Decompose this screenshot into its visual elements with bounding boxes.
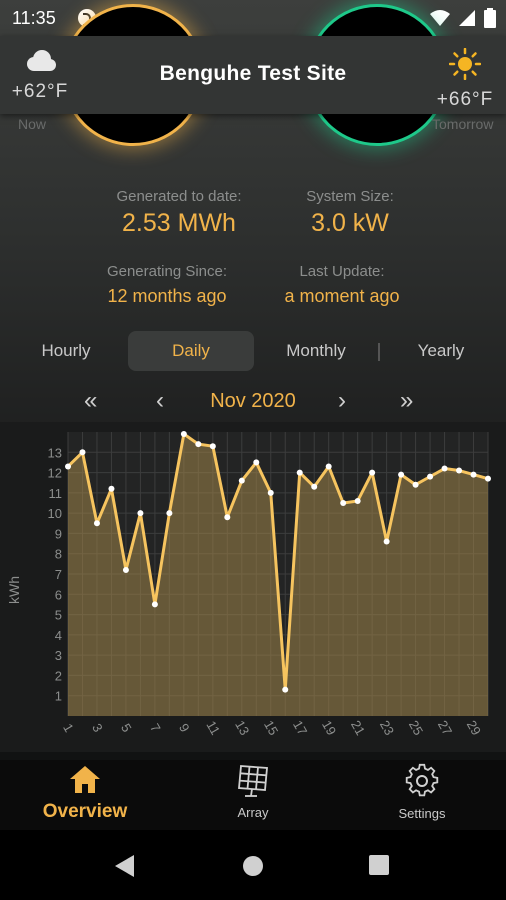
y-axis-label: kWh xyxy=(6,576,22,604)
system-navigation-bar xyxy=(0,830,506,900)
since-value: 12 months ago xyxy=(107,286,227,306)
data-point xyxy=(383,538,390,545)
signal-icon xyxy=(459,10,475,26)
y-tick-label: 3 xyxy=(55,648,62,663)
y-tick-label: 6 xyxy=(55,587,62,602)
y-tick-label: 11 xyxy=(49,486,63,501)
nav-overview-label: Overview xyxy=(42,801,128,822)
now-label: Now xyxy=(18,116,47,132)
y-tick-label: 13 xyxy=(48,445,62,460)
solar-panel-icon xyxy=(238,765,268,797)
back-icon[interactable] xyxy=(114,854,136,878)
data-point xyxy=(282,686,289,693)
y-tick-label: 2 xyxy=(55,668,62,683)
nav-overview[interactable]: Overview xyxy=(30,764,140,823)
data-point xyxy=(79,449,86,456)
y-tick-label: 7 xyxy=(55,567,62,582)
data-point xyxy=(369,469,376,476)
home-icon xyxy=(70,766,100,793)
app-header: +62°F Benguhe Test Site +66°F xyxy=(0,36,506,114)
tomorrow-label: Tomorrow xyxy=(432,116,494,132)
tab-hourly[interactable]: Hourly xyxy=(8,331,124,371)
daily-energy-chart[interactable]: 12345678910111213 1 3 5 7 9 11 13 15 17 19 21 23 25 2… xyxy=(0,422,506,752)
update-stat: Last Update: a moment ago xyxy=(262,263,422,307)
period-tabs: Hourly Daily Monthly Yearly xyxy=(0,331,506,371)
nav-settings[interactable]: Settings xyxy=(376,763,468,821)
data-point xyxy=(470,471,477,478)
data-point xyxy=(267,489,274,496)
data-point xyxy=(296,469,303,476)
system-size-stat: System Size: 3.0 kW xyxy=(280,188,420,238)
data-point xyxy=(151,601,158,608)
data-point xyxy=(441,465,448,472)
system-size-value: 3.0 kW xyxy=(311,209,389,237)
y-tick-label: 4 xyxy=(55,628,62,643)
data-point xyxy=(195,441,202,448)
data-point xyxy=(122,566,129,573)
data-point xyxy=(340,500,347,506)
tab-daily[interactable]: Daily xyxy=(128,331,254,371)
data-point xyxy=(238,477,245,484)
data-point xyxy=(166,510,173,517)
data-point xyxy=(412,481,419,488)
data-point xyxy=(180,431,187,438)
data-point xyxy=(253,459,260,466)
y-tick-label: 12 xyxy=(48,466,62,481)
bottom-navigation: Overview Array Settings xyxy=(0,760,506,830)
generated-label: Generated to date: xyxy=(116,188,242,205)
status-icons xyxy=(430,8,496,28)
current-month: Nov 2020 xyxy=(210,390,296,412)
data-point xyxy=(108,485,115,492)
nav-array-label: Array xyxy=(237,805,269,820)
wifi-icon xyxy=(430,10,450,26)
data-point xyxy=(427,473,434,480)
data-point xyxy=(325,463,332,470)
nav-settings-label: Settings xyxy=(398,806,446,821)
month-navigator: « ‹ Nov 2020 › » xyxy=(0,386,506,418)
tab-yearly[interactable]: Yearly xyxy=(380,331,502,371)
data-point xyxy=(485,475,491,482)
data-point xyxy=(456,467,463,474)
sun-icon xyxy=(448,47,482,81)
weather-tomorrow[interactable]: +66°F xyxy=(430,47,500,111)
next-month-button[interactable]: › xyxy=(338,386,346,416)
since-stat: Generating Since: 12 months ago xyxy=(82,263,252,307)
data-point xyxy=(209,443,216,450)
system-size-label: System Size: xyxy=(306,188,394,205)
y-tick-label: 9 xyxy=(55,526,62,541)
y-tick-label: 8 xyxy=(55,547,62,562)
last-month-button[interactable]: » xyxy=(400,386,413,416)
generated-stat: Generated to date: 2.53 MWh xyxy=(90,188,268,238)
data-point xyxy=(398,471,405,478)
data-point xyxy=(137,510,144,517)
tab-monthly[interactable]: Monthly xyxy=(254,331,378,371)
gear-icon xyxy=(405,763,439,797)
recents-icon[interactable] xyxy=(369,855,389,875)
y-tick-label: 10 xyxy=(48,506,62,521)
data-point xyxy=(65,463,71,470)
update-value: a moment ago xyxy=(284,286,400,306)
since-label: Generating Since: xyxy=(106,263,228,280)
data-point xyxy=(93,520,100,527)
status-time: 11:35 xyxy=(12,8,56,28)
y-tick-label: 5 xyxy=(55,608,62,623)
data-point xyxy=(224,514,231,521)
nav-array[interactable]: Array xyxy=(208,762,298,820)
update-label: Last Update: xyxy=(299,263,385,280)
data-point xyxy=(354,497,361,504)
battery-icon xyxy=(484,8,496,28)
data-point xyxy=(311,483,318,490)
generated-value: 2.53 MWh xyxy=(122,209,236,237)
temp-tomorrow: +66°F xyxy=(436,89,494,110)
y-tick-label: 1 xyxy=(55,689,62,704)
home-circle-icon[interactable] xyxy=(242,855,264,877)
